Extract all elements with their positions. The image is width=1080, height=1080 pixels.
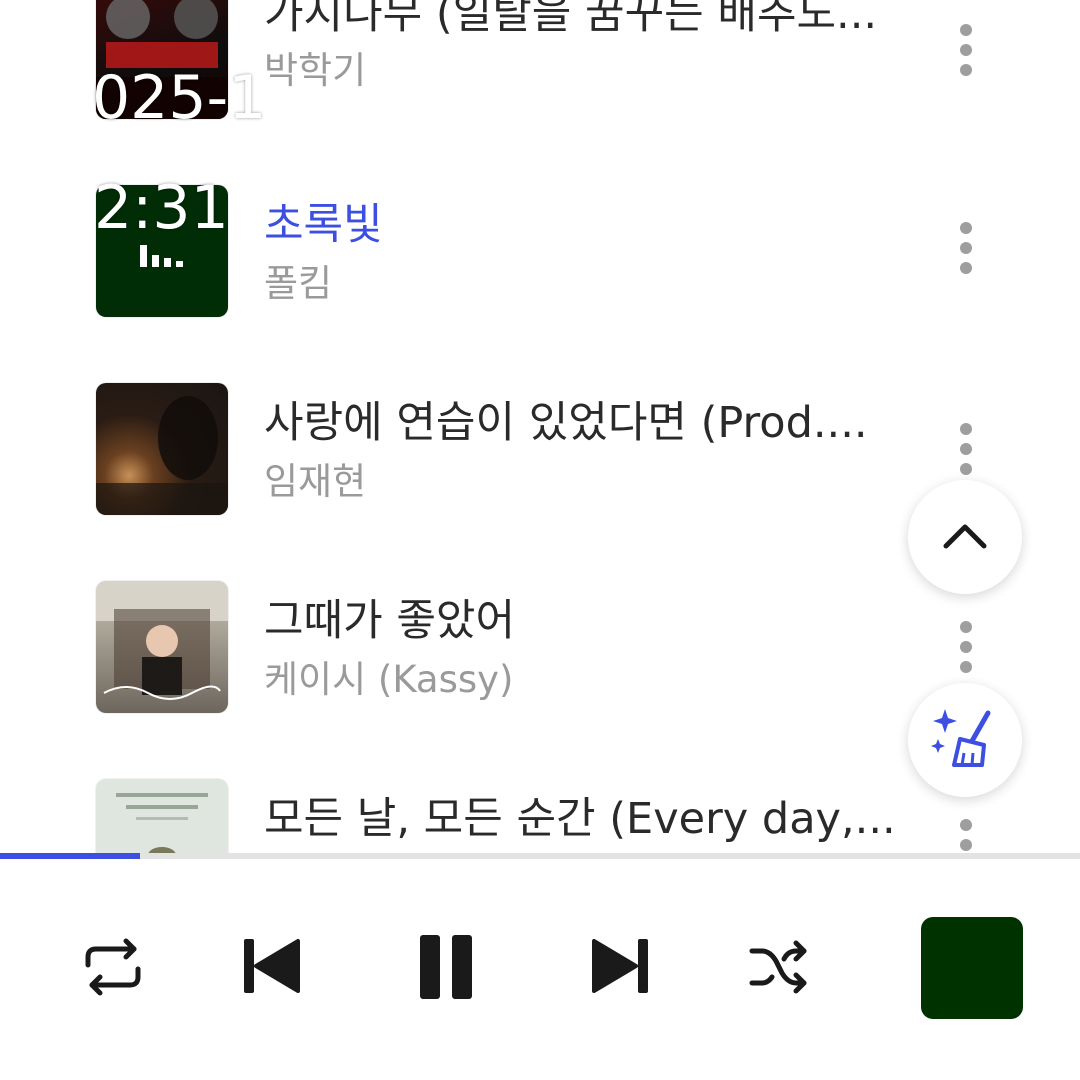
track-title: 가시나무 (일탈을 꿈꾸는 배추도... <box>264 0 878 39</box>
scroll-to-top-button[interactable] <box>908 480 1022 594</box>
more-options-icon[interactable] <box>946 222 986 282</box>
sparkle-broom-icon <box>931 709 991 767</box>
chevron-up-icon <box>943 524 987 549</box>
track-artist: 박학기 <box>264 49 367 92</box>
track-artist: 폴킴 <box>264 262 333 305</box>
repeat-icon[interactable] <box>80 937 146 997</box>
next-icon[interactable] <box>590 935 652 997</box>
track-title: 초록빛 <box>264 200 383 250</box>
album-art <box>96 779 228 855</box>
album-art <box>96 581 228 713</box>
more-options-icon[interactable] <box>946 423 986 483</box>
clean-playlist-button[interactable] <box>908 683 1022 797</box>
previous-icon[interactable] <box>240 935 302 997</box>
now-playing-album-art[interactable] <box>921 917 1023 1019</box>
time-overlay: 2:31 <box>94 173 229 243</box>
more-options-icon[interactable] <box>946 24 986 84</box>
pause-icon[interactable] <box>416 933 476 1001</box>
more-options-icon[interactable] <box>946 819 986 855</box>
track-title: 사랑에 연습이 있었다면 (Prod.... <box>264 398 868 448</box>
track-title: 모든 날, 모든 순간 (Every day,... <box>264 794 896 844</box>
album-art <box>96 383 228 515</box>
more-options-icon[interactable] <box>946 621 986 681</box>
playback-controls <box>0 859 1080 1080</box>
track-artist: 케이시 (Kassy) <box>264 658 514 701</box>
track-artist: 임재현 <box>264 460 367 503</box>
date-overlay: 025-1 <box>92 63 267 133</box>
track-title: 그때가 좋았어 <box>264 596 516 646</box>
shuffle-icon[interactable] <box>748 939 810 995</box>
